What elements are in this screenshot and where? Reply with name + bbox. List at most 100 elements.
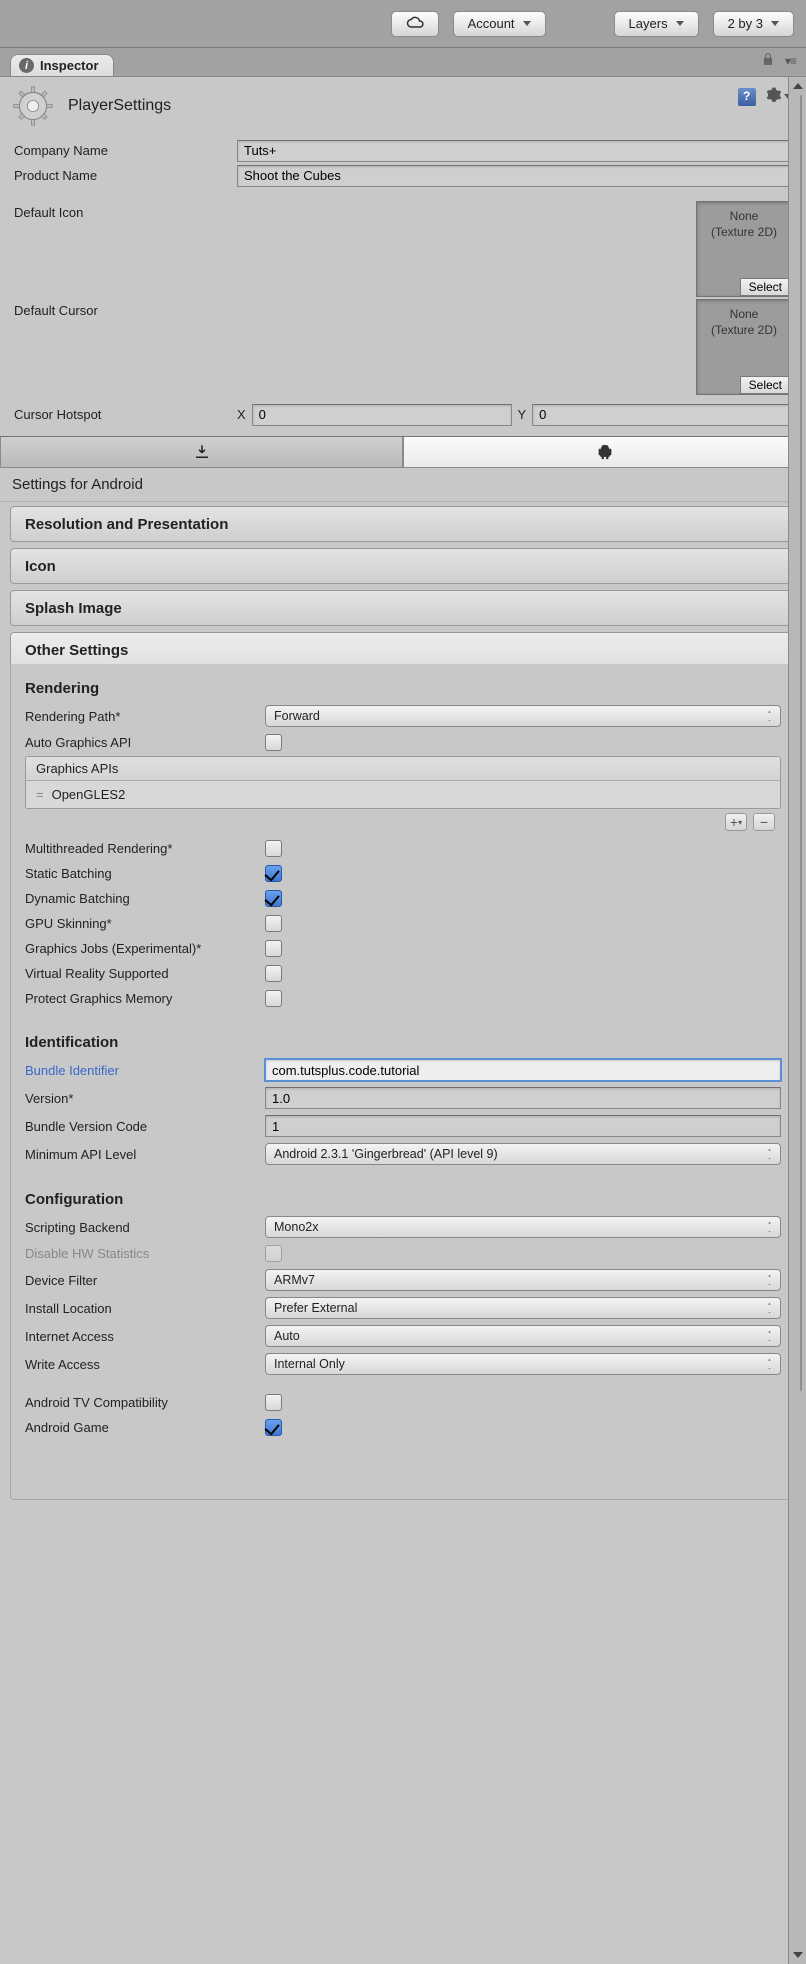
company-name-input[interactable] <box>237 140 792 162</box>
settings-for-platform: Settings for Android <box>0 468 806 502</box>
version-input[interactable] <box>265 1087 781 1109</box>
tab-label: Inspector <box>40 58 99 73</box>
layout-label: 2 by 3 <box>728 16 763 31</box>
remove-button[interactable]: − <box>753 813 775 831</box>
tab-inspector[interactable]: i Inspector <box>10 54 114 76</box>
android-icon <box>596 443 614 461</box>
account-dropdown[interactable]: Account <box>453 11 546 37</box>
auto-graphics-api-checkbox[interactable] <box>265 734 282 751</box>
product-name-label: Product Name <box>14 164 229 187</box>
scroll-up-button[interactable] <box>789 77 806 95</box>
scripting-backend-label: Scripting Backend <box>25 1218 265 1237</box>
inspector-panel: PlayerSettings Company Name Product Name… <box>0 76 806 1964</box>
layout-dropdown[interactable]: 2 by 3 <box>713 11 794 37</box>
device-filter-popup[interactable]: ARMv7 <box>265 1269 781 1291</box>
component-menu[interactable] <box>766 87 788 106</box>
object-none: None <box>697 208 791 224</box>
rendering-title: Rendering <box>21 674 785 703</box>
gpu-skinning-checkbox[interactable] <box>265 915 282 932</box>
download-icon <box>193 443 211 461</box>
write-access-popup[interactable]: Internal Only <box>265 1353 781 1375</box>
auto-graphics-api-label: Auto Graphics API <box>25 733 265 752</box>
object-none: None <box>697 306 791 322</box>
rendering-path-popup[interactable]: Forward <box>265 705 781 727</box>
disable-hw-statistics-checkbox <box>265 1245 282 1262</box>
internet-access-label: Internet Access <box>25 1327 265 1346</box>
static-batching-checkbox[interactable] <box>265 865 282 882</box>
select-button[interactable]: Select <box>740 376 791 394</box>
help-icon[interactable] <box>738 88 756 106</box>
foldout-splash[interactable]: Splash Image <box>10 590 796 626</box>
android-tv-checkbox[interactable] <box>265 1394 282 1411</box>
cursor-y-input[interactable] <box>532 404 792 426</box>
caret-down-icon <box>676 21 684 26</box>
scripting-backend-popup[interactable]: Mono2x <box>265 1216 781 1238</box>
inspector-header: PlayerSettings <box>0 77 806 135</box>
minimum-api-level-label: Minimum API Level <box>25 1145 265 1164</box>
graphics-jobs-label: Graphics Jobs (Experimental)* <box>25 939 265 958</box>
dynamic-batching-checkbox[interactable] <box>265 890 282 907</box>
foldout-other[interactable]: Other Settings <box>10 632 796 668</box>
minimum-api-level-popup[interactable]: Android 2.3.1 'Gingerbread' (API level 9… <box>265 1143 781 1165</box>
disable-hw-statistics-label: Disable HW Statistics <box>25 1244 265 1263</box>
multithreaded-rendering-checkbox[interactable] <box>265 840 282 857</box>
product-name-input[interactable] <box>237 165 792 187</box>
default-cursor-label: Default Cursor <box>14 299 229 322</box>
cloud-icon <box>406 16 424 32</box>
playersettings-icon <box>12 85 54 127</box>
graphics-apis-header: Graphics APIs <box>26 757 780 781</box>
android-game-checkbox[interactable] <box>265 1419 282 1436</box>
vertical-scrollbar[interactable] <box>788 77 806 1964</box>
drag-handle-icon[interactable]: = <box>36 787 42 802</box>
bundle-version-code-input[interactable] <box>265 1115 781 1137</box>
cursor-x-input[interactable] <box>252 404 512 426</box>
foldout-icon[interactable]: Icon <box>10 548 796 584</box>
bundle-identifier-input[interactable] <box>265 1059 781 1081</box>
platform-tab-android[interactable] <box>403 437 806 468</box>
account-label: Account <box>468 16 515 31</box>
android-tv-label: Android TV Compatibility <box>25 1393 265 1412</box>
android-game-label: Android Game <box>25 1418 265 1437</box>
platform-tab-standalone[interactable] <box>0 437 403 468</box>
protect-graphics-checkbox[interactable] <box>265 990 282 1007</box>
y-label: Y <box>518 407 527 422</box>
layers-dropdown[interactable]: Layers <box>614 11 699 37</box>
object-type: (Texture 2D) <box>697 322 791 338</box>
default-icon-field[interactable]: None (Texture 2D) Select <box>696 201 792 297</box>
scroll-thumb[interactable] <box>800 95 802 1391</box>
cursor-hotspot-label: Cursor Hotspot <box>14 403 229 426</box>
list-item[interactable]: = OpenGLES2 <box>26 781 780 808</box>
foldout-resolution[interactable]: Resolution and Presentation <box>10 506 796 542</box>
select-button[interactable]: Select <box>740 278 791 296</box>
cloud-button[interactable] <box>391 11 439 37</box>
identification-title: Identification <box>21 1028 785 1057</box>
static-batching-label: Static Batching <box>25 864 265 883</box>
bundle-identifier-label: Bundle Identifier <box>25 1061 265 1080</box>
rendering-path-label: Rendering Path* <box>25 707 265 726</box>
lock-icon[interactable] <box>761 52 775 69</box>
add-button[interactable]: +▾ <box>725 813 747 831</box>
scroll-down-button[interactable] <box>789 1946 806 1964</box>
company-name-label: Company Name <box>14 139 229 162</box>
caret-down-icon <box>771 21 779 26</box>
gear-icon <box>766 87 782 106</box>
other-settings-body: Rendering Rendering Path* Forward Auto G… <box>10 664 796 1500</box>
dynamic-batching-label: Dynamic Batching <box>25 889 265 908</box>
panel-menu-icon[interactable]: ▾≡ <box>785 54 796 68</box>
graphics-jobs-checkbox[interactable] <box>265 940 282 957</box>
api-name: OpenGLES2 <box>52 787 126 802</box>
install-location-label: Install Location <box>25 1299 265 1318</box>
install-location-popup[interactable]: Prefer External <box>265 1297 781 1319</box>
gpu-skinning-label: GPU Skinning* <box>25 914 265 933</box>
caret-down-icon <box>523 21 531 26</box>
write-access-label: Write Access <box>25 1355 265 1374</box>
configuration-title: Configuration <box>21 1185 785 1214</box>
default-cursor-field[interactable]: None (Texture 2D) Select <box>696 299 792 395</box>
platform-tabs <box>0 436 806 468</box>
device-filter-label: Device Filter <box>25 1271 265 1290</box>
internet-access-popup[interactable]: Auto <box>265 1325 781 1347</box>
vr-supported-checkbox[interactable] <box>265 965 282 982</box>
version-label: Version* <box>25 1089 265 1108</box>
default-icon-label: Default Icon <box>14 201 229 224</box>
x-label: X <box>237 407 246 422</box>
